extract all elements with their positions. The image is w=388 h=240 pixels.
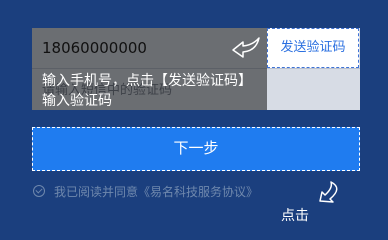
send-code-button[interactable]: 发送验证码 bbox=[267, 28, 359, 68]
agreement-row[interactable]: 我已阅读并同意《易名科技服务协议》 bbox=[33, 182, 258, 200]
guide-instruction: 输入手机号，点击【发送验证码】 输入验证码 bbox=[42, 71, 322, 111]
arrow-icon bbox=[232, 37, 260, 58]
pointer-arrow-icon bbox=[319, 181, 338, 203]
guide-line-2: 输入验证码 bbox=[42, 93, 112, 109]
click-hint-label: 点击 bbox=[281, 208, 309, 224]
next-button[interactable]: 下一步 bbox=[32, 127, 360, 171]
guide-line-1: 输入手机号，点击【发送验证码】 bbox=[42, 73, 252, 89]
checkbox-icon[interactable] bbox=[33, 185, 45, 197]
agreement-text[interactable]: 我已阅读并同意《易名科技服务协议》 bbox=[54, 183, 258, 200]
